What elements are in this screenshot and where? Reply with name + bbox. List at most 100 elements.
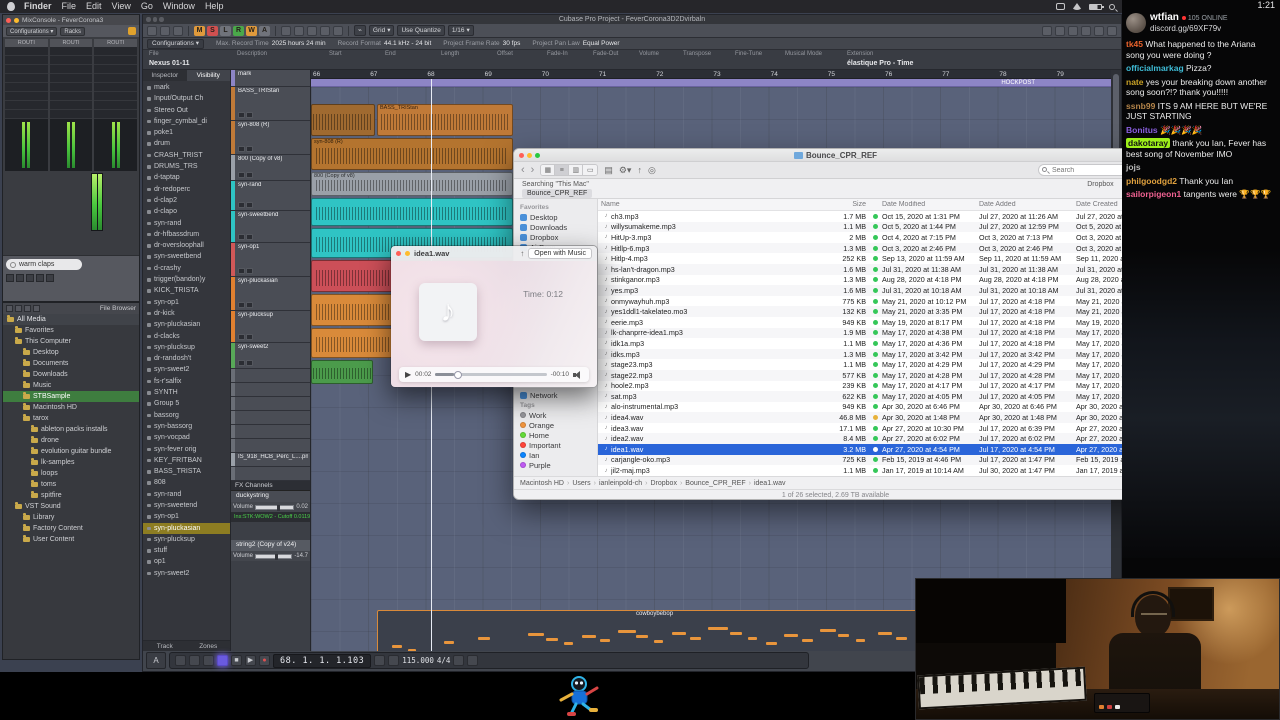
arrange-ruler[interactable]: 66 67 68 69 70 71 72 73 74 75 76 77 78 79 — [311, 70, 1111, 79]
inspector-track-item[interactable]: syn-rand — [143, 489, 230, 500]
inspector-track-item[interactable]: d-taptap — [143, 172, 230, 183]
path-item[interactable]: idea1.wav — [754, 480, 786, 487]
file-row[interactable]: ♪ stinkganor.mp3 1.3 MB Aug 28, 2020 at 4:1… — [598, 275, 1157, 286]
inspector-track-item[interactable]: syn-vocpad — [143, 432, 230, 443]
solo-button[interactable] — [246, 202, 253, 208]
file-row[interactable]: ♪ willysumakeme.mp3 1.1 MB Oct 5, 2020 at 1… — [598, 221, 1157, 233]
glue-tool-icon[interactable] — [320, 25, 330, 36]
quicklook-titlebar[interactable]: idea1.wav ↑ Open with Music — [391, 246, 597, 261]
tempo-display[interactable]: 115.000 — [402, 656, 434, 665]
file-row[interactable]: ♪ yes1ddl1-takelateo.mo3 132 KB May 21, 202… — [598, 306, 1157, 317]
mixer-button[interactable] — [26, 274, 34, 282]
sidebar-tag-orange[interactable]: Orange — [514, 420, 597, 430]
file-row[interactable]: ♪ lk-chanprre-idea1.mp3 1.9 MB May 17, 2020… — [598, 327, 1157, 339]
file-row[interactable]: ♪ hoole2.mp3 239 KB May 17, 2020 at 4:17 PM… — [598, 381, 1157, 392]
inspector-track-item[interactable]: fs-r'salfix — [143, 376, 230, 387]
audio-clip[interactable] — [311, 360, 373, 384]
file-row[interactable]: ♪ jil2-maj.mp3 1.1 MB Jan 17, 2019 at 10:14… — [598, 465, 1158, 476]
gallery-view-button[interactable]: ▭ — [583, 165, 598, 175]
file-browser-item[interactable]: Factory Content — [3, 523, 139, 534]
file-row[interactable]: ♪ yes.mp3 1.6 MB Jul 31, 2020 at 10:18 AM Ju… — [598, 285, 1157, 296]
file-browser-item[interactable]: tarox — [3, 413, 139, 424]
inspector-track-item[interactable]: CRASH_TRIST — [143, 150, 230, 161]
file-browser-item[interactable]: Documents — [3, 358, 139, 369]
constrain-delay-button[interactable] — [175, 655, 186, 666]
punch-out-button[interactable] — [203, 655, 214, 666]
inspector-track-item[interactable]: SYNTH — [143, 387, 230, 398]
mute-button[interactable] — [238, 302, 245, 308]
file-row[interactable]: ♪ hs-lan't-dragon.mp3 1.6 MB Jul 31, 2020 a… — [598, 263, 1157, 275]
mixer-routing-cell[interactable] — [94, 65, 138, 74]
file-row[interactable]: ♪ Hitlp-4.mp3 252 KB Sep 13, 2020 at 11:59 … — [598, 253, 1158, 264]
path-item[interactable]: Dropbox — [650, 480, 676, 487]
quantize-value-dropdown[interactable]: 1/16 ▾ — [447, 25, 474, 36]
mute-button[interactable] — [238, 146, 245, 152]
inspector-track-item[interactable]: dr-oversloophall — [143, 240, 230, 251]
progress-thumb[interactable] — [454, 370, 463, 379]
inspector-track-item[interactable]: syn-pluckasian — [143, 522, 230, 534]
record-button[interactable]: ● — [259, 655, 270, 666]
column-header[interactable]: Size — [823, 201, 869, 208]
minimize-icon[interactable] — [527, 152, 532, 158]
sidebar-tag-purple[interactable]: Purple — [514, 460, 597, 470]
close-icon[interactable] — [146, 17, 151, 22]
punch-in-button[interactable] — [189, 655, 200, 666]
mute-button[interactable] — [238, 172, 245, 178]
inspector-track-item[interactable]: syn-sweet2 — [143, 568, 230, 579]
file-browser-item[interactable]: spitfire — [3, 490, 139, 501]
back-button[interactable]: ‹ — [521, 163, 525, 178]
inspector-track-item[interactable]: KICK_TRISTA — [143, 285, 230, 296]
inspector-track-item[interactable]: bassorg — [143, 410, 230, 421]
racks-button[interactable]: Racks — [60, 26, 86, 36]
mixer-routing-cell[interactable] — [94, 110, 138, 119]
file-browser-item[interactable]: Macintosh HD — [3, 402, 139, 413]
mixer-routing-cell[interactable] — [5, 83, 48, 92]
stop-button[interactable]: ■ — [231, 655, 242, 666]
file-browser-item[interactable]: VST Sound — [3, 501, 139, 512]
erase-tool-icon[interactable] — [333, 25, 343, 36]
mixer-button[interactable] — [16, 274, 24, 282]
file-browser-item[interactable]: drone — [3, 435, 139, 446]
media-search-input[interactable]: warm claps — [6, 259, 82, 270]
file-row[interactable]: ♪ ch3.mp3 1.7 MB Oct 15, 2020 at 1:31 PM Jul… — [598, 211, 1157, 222]
track-lane-header[interactable] — [231, 369, 310, 383]
wifi-icon[interactable] — [1072, 3, 1082, 10]
inspector-track-item[interactable]: KEY_FRITBAN — [143, 455, 230, 466]
inspector-track-item[interactable]: syn-rand — [143, 218, 230, 229]
toolbar-r-button[interactable]: R — [233, 25, 244, 36]
scope-tab-folder[interactable]: Bounce_CPR_REF — [522, 189, 593, 198]
track-lane-header[interactable]: syn-pluckasian — [231, 277, 310, 311]
share-button[interactable]: ↑ — [637, 165, 642, 175]
toolbar-button[interactable] — [1055, 25, 1065, 36]
minimize-icon[interactable] — [152, 17, 157, 22]
configurations-dropdown[interactable]: Configurations ▾ — [6, 26, 58, 36]
edit-tags-button[interactable]: ◎ — [648, 165, 656, 176]
inspector-track-item[interactable]: syn-bassorg — [143, 421, 230, 432]
minimize-icon[interactable] — [14, 17, 19, 23]
mixer-button[interactable] — [46, 274, 54, 282]
media-root-item[interactable]: All Media — [3, 314, 139, 325]
inspector-track-item[interactable]: BASS_TRISTA — [143, 466, 230, 477]
list-view-button[interactable]: ≡ — [555, 165, 570, 175]
forward-icon[interactable] — [15, 305, 22, 312]
spotlight-icon[interactable] — [1109, 3, 1115, 10]
track-lane-header[interactable] — [231, 439, 310, 453]
forward-button[interactable]: › — [531, 163, 535, 178]
inspector-track-item[interactable]: op1 — [143, 556, 230, 567]
inspector-track-item[interactable]: DRUMS_TRS — [143, 161, 230, 172]
path-item[interactable]: Bounce_CPR_REF — [685, 480, 745, 487]
mixer-routing-cell[interactable] — [5, 65, 48, 74]
menu-view[interactable]: View — [112, 0, 131, 13]
mixer-routing-cell[interactable] — [49, 47, 93, 56]
midi-track-name[interactable]: string2 (Copy of v24) — [231, 540, 310, 551]
inspector-track-item[interactable]: trigger(bandon)y — [143, 274, 230, 285]
sidebar-item-desktop[interactable]: Desktop — [514, 212, 597, 222]
column-header[interactable]: Name — [601, 201, 823, 208]
file-row[interactable]: ♪ sat.mp3 622 KB May 17, 2020 at 4:05 PM Jul… — [598, 391, 1157, 402]
close-icon[interactable] — [519, 152, 524, 158]
file-browser-item[interactable]: loops — [3, 468, 139, 479]
track-lane-header[interactable] — [231, 397, 310, 411]
menu-edit[interactable]: Edit — [86, 0, 102, 13]
finder-titlebar[interactable]: Bounce_CPR_REF — [514, 149, 1157, 162]
inspector-track-item[interactable]: dr-kick — [143, 308, 230, 319]
